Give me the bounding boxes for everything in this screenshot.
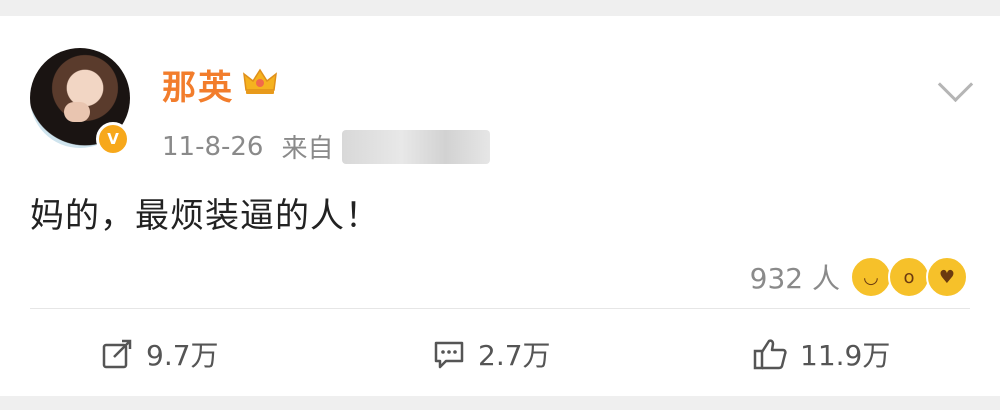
repost-icon [102, 339, 132, 369]
astonished-face-icon: o [888, 256, 930, 298]
divider [30, 308, 970, 309]
action-bar: 9.7万 2.7万 11.9万 [0, 334, 1000, 384]
repost-count: 9.7万 [146, 339, 219, 372]
verified-badge-icon: V [96, 122, 130, 156]
repost-button[interactable]: 9.7万 [100, 334, 219, 374]
comment-count: 2.7万 [478, 339, 551, 372]
comment-icon [434, 341, 464, 369]
source-blurred [341, 129, 490, 164]
grinning-face-icon: ◡ [850, 256, 892, 298]
thumbs-up-icon [753, 339, 787, 370]
post-meta: 11-8-26 来自 [162, 128, 490, 165]
kissing-face-icon: ♥ [926, 256, 968, 298]
post-text: 妈的，最烦装逼的人！ [30, 196, 380, 236]
comment-button[interactable]: 2.7万 [432, 334, 551, 374]
weibo-post-card: V 那英 11-8-26 来自 妈的，最烦装逼的人！ 932 人 ◡ o ♥ 9… [0, 16, 1000, 396]
like-count: 11.9万 [800, 339, 891, 372]
post-timestamp: 11-8-26 [162, 131, 264, 162]
reactions-count: 932 人 [749, 262, 840, 295]
reactions-summary[interactable]: 932 人 ◡ o ♥ [750, 256, 968, 298]
source-prefix: 来自 [281, 134, 334, 164]
chevron-down-icon[interactable] [937, 66, 974, 103]
crown-icon [243, 68, 277, 94]
avatar-hand [64, 102, 90, 122]
username[interactable]: 那英 [162, 60, 234, 109]
like-button[interactable]: 11.9万 [752, 334, 890, 374]
